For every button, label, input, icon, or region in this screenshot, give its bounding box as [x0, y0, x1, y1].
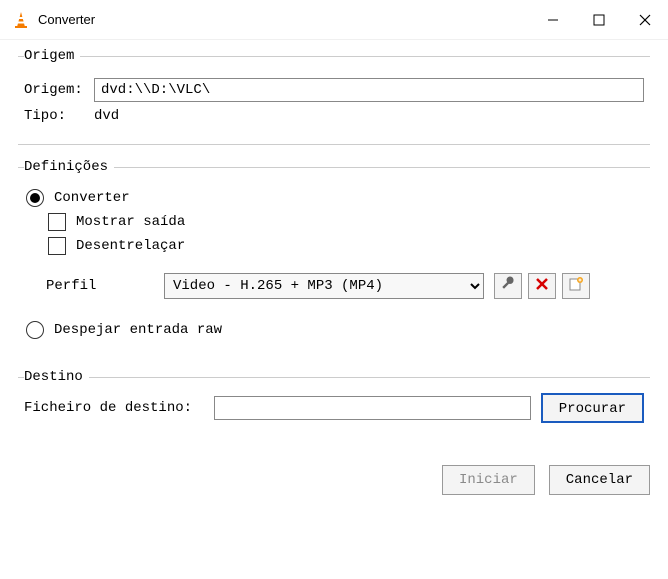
window-title: Converter [38, 12, 530, 27]
radio-unselected-icon [26, 321, 44, 339]
dialog-footer: Iniciar Cancelar [0, 459, 668, 495]
settings-group: Definições Converter Mostrar saída Desen… [18, 159, 650, 355]
raw-dump-label: Despejar entrada raw [54, 322, 222, 338]
origin-label: Origem: [24, 82, 94, 98]
type-label: Tipo: [24, 108, 94, 124]
delete-icon [535, 277, 549, 296]
maximize-button[interactable] [576, 0, 622, 40]
destination-file-label: Ficheiro de destino: [24, 400, 204, 416]
origin-legend: Origem [24, 48, 80, 64]
browse-button[interactable]: Procurar [541, 393, 644, 423]
titlebar: Converter [0, 0, 668, 40]
show-output-label: Mostrar saída [76, 214, 185, 230]
edit-profile-button[interactable] [494, 273, 522, 299]
cancel-button[interactable]: Cancelar [549, 465, 650, 495]
settings-legend: Definições [24, 159, 114, 175]
show-output-checkbox[interactable]: Mostrar saída [48, 213, 644, 231]
destination-file-input[interactable] [214, 396, 531, 420]
type-value: dvd [94, 108, 119, 124]
convert-radio-label: Converter [54, 190, 130, 206]
vlc-cone-icon [12, 11, 30, 29]
radio-selected-icon [26, 189, 44, 207]
new-profile-button[interactable] [562, 273, 590, 299]
origin-input[interactable] [94, 78, 644, 102]
deinterlace-label: Desentrelaçar [76, 238, 185, 254]
delete-profile-button[interactable] [528, 273, 556, 299]
deinterlace-checkbox[interactable]: Desentrelaçar [48, 237, 644, 255]
raw-dump-radio[interactable]: Despejar entrada raw [26, 321, 644, 339]
convert-radio[interactable]: Converter [26, 189, 644, 207]
close-button[interactable] [622, 0, 668, 40]
new-profile-icon [568, 276, 584, 297]
checkbox-icon [48, 213, 66, 231]
destination-legend: Destino [24, 369, 89, 385]
wrench-icon [500, 276, 516, 297]
destination-group: Destino Ficheiro de destino: Procurar [18, 369, 650, 433]
profile-label: Perfil [46, 278, 164, 294]
minimize-button[interactable] [530, 0, 576, 40]
start-button[interactable]: Iniciar [442, 465, 535, 495]
checkbox-icon [48, 237, 66, 255]
origin-group: Origem Origem: Tipo: dvd [18, 48, 650, 145]
profile-select[interactable]: Video - H.265 + MP3 (MP4) [164, 273, 484, 299]
